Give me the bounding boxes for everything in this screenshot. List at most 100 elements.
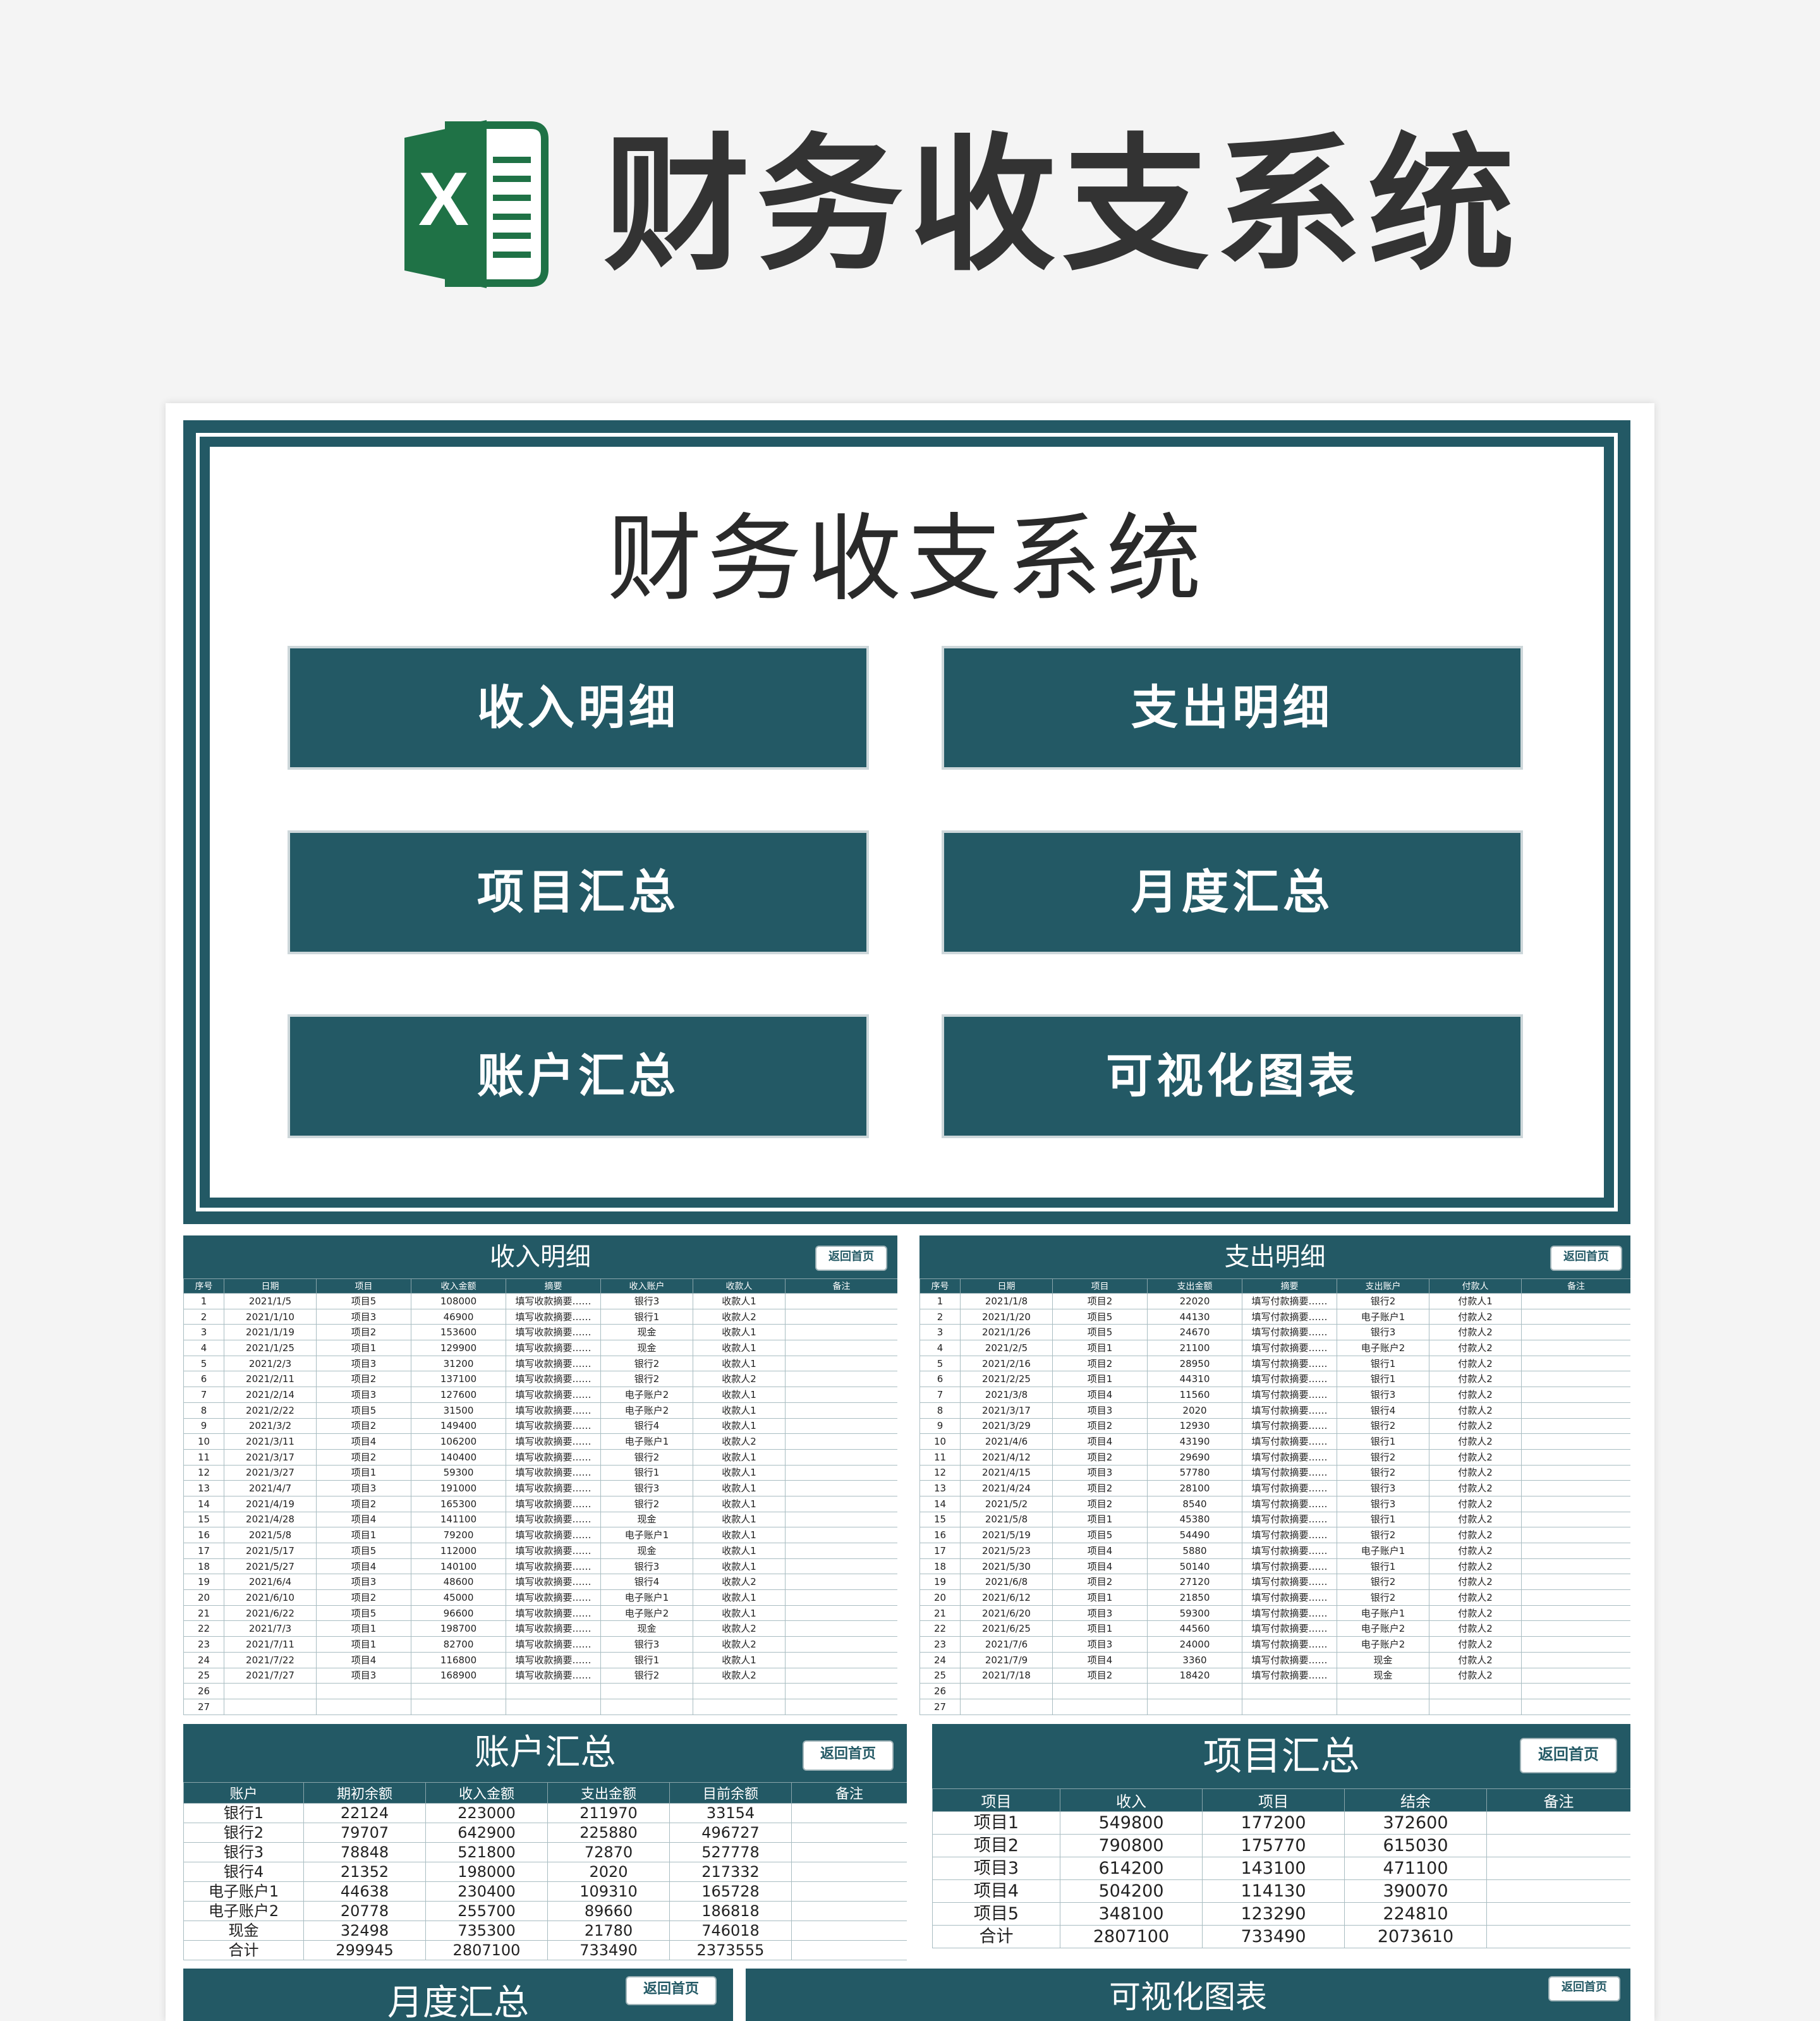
table-cell[interactable]: 2807100 xyxy=(425,1940,548,1960)
table-cell[interactable]: 项目1 xyxy=(316,1636,411,1653)
table-cell[interactable]: 12930 xyxy=(1147,1417,1242,1435)
table-cell[interactable]: 2021/2/5 xyxy=(960,1340,1053,1356)
table-cell[interactable]: 2021/3/29 xyxy=(960,1417,1053,1435)
table-cell[interactable]: 合计 xyxy=(932,1925,1060,1948)
table-cell[interactable]: 642900 xyxy=(425,1823,548,1843)
table-cell[interactable]: 20 xyxy=(183,1589,224,1606)
table-cell[interactable]: 银行1 xyxy=(600,1308,693,1325)
table-cell[interactable]: 2021/5/30 xyxy=(960,1558,1053,1575)
table-cell[interactable]: 项目5 xyxy=(932,1902,1060,1926)
table-cell[interactable]: 143100 xyxy=(1202,1857,1345,1880)
table-cell[interactable]: 付款人2 xyxy=(1429,1543,1522,1559)
table-cell[interactable]: 收款人1 xyxy=(693,1293,786,1309)
table-cell[interactable]: 项目5 xyxy=(316,1402,411,1419)
table-cell[interactable]: 填写付款摘要…… xyxy=(1242,1340,1337,1356)
table-cell[interactable]: 7 xyxy=(183,1387,224,1403)
table-cell[interactable]: 48600 xyxy=(411,1574,506,1591)
table-cell[interactable]: 7 xyxy=(919,1387,961,1403)
table-cell[interactable]: 付款人2 xyxy=(1429,1308,1522,1325)
table-cell[interactable]: 123290 xyxy=(1202,1902,1345,1926)
table-cell[interactable]: 21780 xyxy=(547,1921,670,1941)
table-cell[interactable] xyxy=(1521,1371,1630,1388)
table-cell[interactable] xyxy=(1521,1620,1630,1637)
table-cell[interactable]: 2021/4/7 xyxy=(224,1480,317,1496)
table-cell[interactable]: 746018 xyxy=(669,1921,792,1941)
table-cell[interactable]: 项目5 xyxy=(316,1605,411,1622)
table-cell[interactable] xyxy=(1521,1698,1630,1715)
table-cell[interactable] xyxy=(785,1651,897,1668)
table-cell[interactable]: 现金 xyxy=(600,1324,693,1341)
table-cell[interactable]: 114130 xyxy=(1202,1879,1345,1903)
table-cell[interactable]: 填写收款摘要…… xyxy=(506,1558,601,1575)
table-cell[interactable]: 银行1 xyxy=(600,1651,693,1668)
table-cell[interactable]: 141100 xyxy=(411,1511,506,1528)
table-cell[interactable]: 项目3 xyxy=(316,1308,411,1325)
table-cell[interactable]: 现金 xyxy=(600,1511,693,1528)
table-cell[interactable] xyxy=(785,1589,897,1606)
table-cell[interactable]: 59300 xyxy=(411,1464,506,1481)
table-cell[interactable]: 付款人2 xyxy=(1429,1667,1522,1684)
table-cell[interactable] xyxy=(960,1683,1053,1699)
table-cell[interactable]: 付款人2 xyxy=(1429,1511,1522,1528)
table-cell[interactable]: 电子账户1 xyxy=(600,1589,693,1606)
table-cell[interactable]: 项目4 xyxy=(932,1879,1060,1903)
table-cell[interactable]: 348100 xyxy=(1060,1902,1203,1926)
table-cell[interactable]: 银行2 xyxy=(1337,1464,1429,1481)
table-cell[interactable]: 收款人2 xyxy=(693,1667,786,1684)
table-cell[interactable]: 电子账户2 xyxy=(600,1402,693,1419)
table-cell[interactable] xyxy=(791,1803,907,1823)
table-cell[interactable]: 31500 xyxy=(411,1402,506,1419)
table-cell[interactable]: 2021/5/23 xyxy=(960,1543,1053,1559)
table-cell[interactable] xyxy=(1486,1811,1630,1835)
table-cell[interactable]: 2021/3/11 xyxy=(224,1433,317,1450)
table-cell[interactable]: 2021/3/17 xyxy=(224,1448,317,1466)
table-cell[interactable]: 2021/6/20 xyxy=(960,1605,1053,1622)
table-cell[interactable]: 收款人1 xyxy=(693,1558,786,1575)
table-cell[interactable]: 165728 xyxy=(669,1881,792,1902)
table-cell[interactable]: 项目2 xyxy=(1052,1417,1148,1435)
table-cell[interactable] xyxy=(411,1698,506,1715)
table-cell[interactable]: 项目3 xyxy=(1052,1402,1148,1419)
table-cell[interactable]: 电子账户2 xyxy=(600,1605,693,1622)
table-cell[interactable]: 2021/4/24 xyxy=(960,1480,1053,1496)
table-cell[interactable]: 填写付款摘要…… xyxy=(1242,1480,1337,1496)
table-cell[interactable]: 填写付款摘要…… xyxy=(1242,1605,1337,1622)
table-cell[interactable]: 225880 xyxy=(547,1823,670,1843)
table-cell[interactable]: 2021/2/16 xyxy=(960,1355,1053,1372)
table-cell[interactable]: 银行3 xyxy=(600,1293,693,1309)
table-cell[interactable]: 2021/4/6 xyxy=(960,1433,1053,1450)
table-cell[interactable]: 2021/6/22 xyxy=(224,1605,317,1622)
table-cell[interactable]: 25 xyxy=(919,1667,961,1684)
table-cell[interactable]: 项目2 xyxy=(1052,1574,1148,1591)
table-cell[interactable]: 521800 xyxy=(425,1842,548,1862)
table-cell[interactable]: 填写收款摘要…… xyxy=(506,1371,601,1388)
table-cell[interactable] xyxy=(785,1371,897,1388)
table-cell[interactable]: 项目2 xyxy=(1052,1448,1148,1466)
table-cell[interactable] xyxy=(791,1901,907,1921)
table-cell[interactable]: 496727 xyxy=(669,1823,792,1843)
table-cell[interactable]: 填写付款摘要…… xyxy=(1242,1417,1337,1435)
table-cell[interactable]: 付款人2 xyxy=(1429,1355,1522,1372)
table-cell[interactable]: 银行4 xyxy=(600,1574,693,1591)
table-cell[interactable] xyxy=(224,1683,317,1699)
table-cell[interactable]: 2021/5/27 xyxy=(224,1558,317,1575)
table-cell[interactable]: 28100 xyxy=(1147,1480,1242,1496)
table-cell[interactable] xyxy=(785,1527,897,1543)
table-cell[interactable] xyxy=(316,1683,411,1699)
table-cell[interactable] xyxy=(785,1324,897,1341)
table-cell[interactable]: 8540 xyxy=(1147,1495,1242,1512)
table-cell[interactable] xyxy=(785,1620,897,1637)
table-cell[interactable]: 44310 xyxy=(1147,1371,1242,1388)
table-cell[interactable]: 2021/6/10 xyxy=(224,1589,317,1606)
table-cell[interactable]: 471100 xyxy=(1344,1857,1487,1880)
table-cell[interactable]: 填写付款摘要…… xyxy=(1242,1433,1337,1450)
table-cell[interactable]: 2 xyxy=(919,1308,961,1325)
table-cell[interactable] xyxy=(1521,1433,1630,1450)
table-cell[interactable]: 项目1 xyxy=(1052,1620,1148,1637)
table-cell[interactable]: 付款人2 xyxy=(1429,1620,1522,1637)
table-cell[interactable]: 填写收款摘要…… xyxy=(506,1480,601,1496)
table-cell[interactable] xyxy=(1521,1605,1630,1622)
table-cell[interactable]: 项目1 xyxy=(316,1527,411,1543)
table-cell[interactable]: 付款人2 xyxy=(1429,1433,1522,1450)
table-cell[interactable]: 收款人1 xyxy=(693,1511,786,1528)
